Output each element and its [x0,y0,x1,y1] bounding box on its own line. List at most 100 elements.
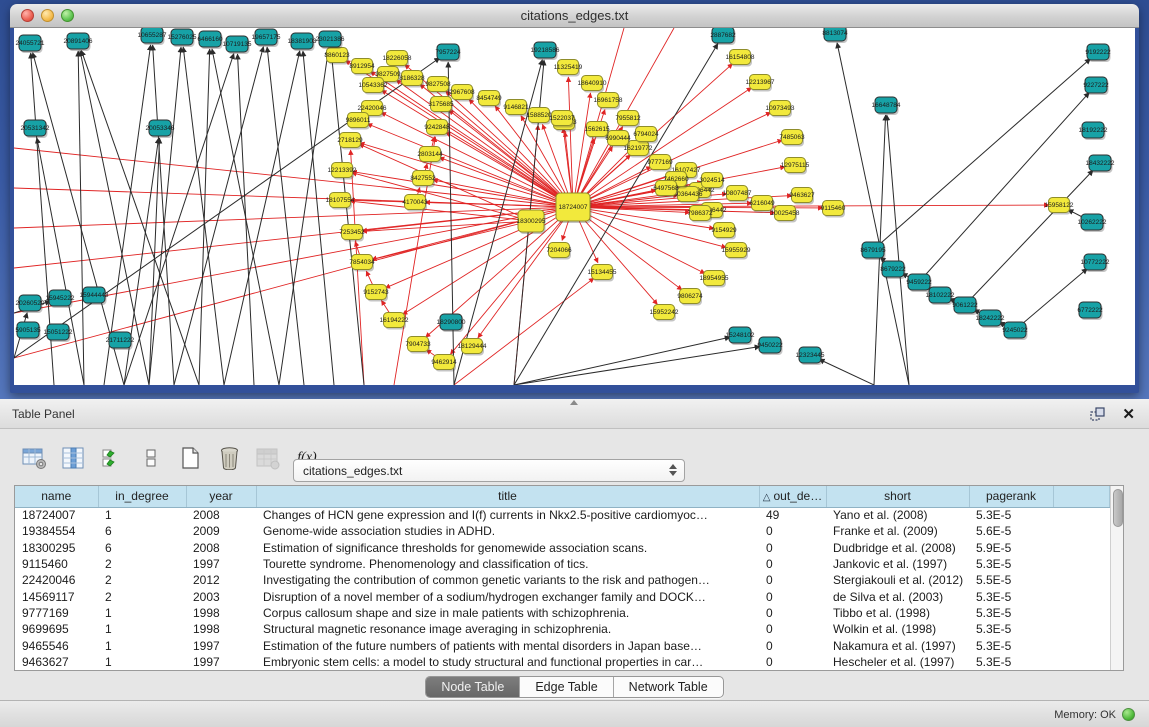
table-cell[interactable]: 0 [759,654,826,670]
table-cell[interactable]: 6 [98,523,186,539]
column-header-title[interactable]: title [256,486,759,507]
table-cell[interactable]: 49 [759,507,826,523]
close-panel-button[interactable]: ✕ [1122,407,1135,422]
table-cell[interactable]: 2009 [186,523,256,539]
table-cell[interactable]: Nakamura et al. (1997) [826,637,969,653]
table-cell[interactable]: 0 [759,523,826,539]
column-header-in_degree[interactable]: in_degree [98,486,186,507]
table-cell[interactable]: 5.6E-5 [969,523,1053,539]
citation-edge[interactable] [965,170,1093,305]
table-cell[interactable]: 18300295 [15,540,98,556]
table-cell[interactable]: Jankovic et al. (1997) [826,556,969,572]
citation-edge[interactable] [573,93,590,207]
tab-network-table[interactable]: Network Table [613,677,723,697]
citation-edge[interactable] [78,51,84,385]
table-cell[interactable]: Estimation of significance thresholds fo… [256,540,759,556]
table-cell[interactable]: 6 [98,540,186,556]
table-cell[interactable]: Yano et al. (2008) [826,507,969,523]
citation-edge[interactable] [183,47,224,385]
table-row[interactable]: 946362711997Embryonic stem cells: a mode… [15,654,1109,670]
table-row[interactable]: 977716911998Corpus callosum shape and si… [15,605,1109,621]
table-cell[interactable]: Wolkin et al. (1998) [826,621,969,637]
table-cell[interactable]: 9115460 [15,556,98,572]
table-cell[interactable]: 1997 [186,654,256,670]
table-row[interactable]: 1830029562008Estimation of significance … [15,540,1109,556]
delete-table-button[interactable] [215,444,243,472]
table-cell[interactable]: 1 [98,507,186,523]
table-cell[interactable]: 0 [759,588,826,604]
table-row[interactable]: 1456911722003Disruption of a novel membe… [15,588,1109,604]
table-row[interactable]: 946554611997Estimation of the future num… [15,637,1109,653]
citation-edge[interactable] [887,115,909,385]
import-table-button[interactable] [254,444,282,472]
float-panel-button[interactable] [1090,407,1106,422]
citation-edge[interactable] [350,201,531,221]
table-cell[interactable]: 5.3E-5 [969,556,1053,572]
citation-edge[interactable] [174,47,263,385]
table-row[interactable]: 1872400712008Changes of HCN gene express… [15,507,1109,523]
citation-edge[interactable] [381,112,573,207]
select-rows-button[interactable] [98,444,126,472]
tab-node-table[interactable]: Node Table [426,677,519,697]
column-header-pagerank[interactable]: pagerank [969,486,1053,507]
table-cell[interactable]: 1997 [186,637,256,653]
citation-edge[interactable] [14,207,573,358]
citation-edge[interactable] [514,347,760,385]
table-cell[interactable]: 5.5E-5 [969,572,1053,588]
table-cell[interactable]: 1997 [186,556,256,572]
table-row[interactable]: 1938455462009Genome-wide association stu… [15,523,1109,539]
table-cell[interactable]: 1 [98,654,186,670]
table-cell[interactable]: 9465546 [15,637,98,653]
table-selector-dropdown[interactable]: citations_edges.txt [293,459,685,482]
row-height-button[interactable] [137,444,165,472]
table-scrollbar[interactable] [1110,486,1124,670]
table-cell[interactable]: Stergiakouli et al. (2012) [826,572,969,588]
citation-edge[interactable] [362,221,531,231]
table-cell[interactable]: Disruption of a novel member of a sodium… [256,588,759,604]
table-cell[interactable]: de Silva et al. (2003) [826,588,969,604]
table-scrollbar-thumb[interactable] [1113,489,1123,527]
show-columns-button[interactable] [59,444,87,472]
table-cell[interactable]: 5.3E-5 [969,637,1053,653]
table-cell[interactable]: Genome-wide association studies in ADHD. [256,523,759,539]
citation-edge[interactable] [514,337,730,385]
table-cell[interactable]: 18724007 [15,507,98,523]
citation-edge[interactable] [1015,268,1087,330]
citation-edge[interactable] [352,173,531,221]
citation-edge[interactable] [267,47,304,385]
table-cell[interactable]: Dudbridge et al. (2008) [826,540,969,556]
table-cell[interactable]: 1 [98,605,186,621]
table-row[interactable]: 911546021997Tourette syndrome. Phenomeno… [15,556,1109,572]
table-cell[interactable]: 0 [759,572,826,588]
table-cell[interactable]: 0 [759,540,826,556]
table-cell[interactable]: Estimation of the future numbers of pati… [256,637,759,653]
tab-edge-table[interactable]: Edge Table [519,677,612,697]
table-cell[interactable]: Embryonic stem cells: a model to study s… [256,654,759,670]
table-cell[interactable]: 2008 [186,507,256,523]
panel-resize-grip[interactable] [570,400,578,405]
table-cell[interactable]: Corpus callosum shape and size in male p… [256,605,759,621]
table-cell[interactable]: 2003 [186,588,256,604]
column-header-year[interactable]: year [186,486,256,507]
table-cell[interactable]: Investigating the contribution of common… [256,572,759,588]
table-settings-button[interactable] [20,444,48,472]
table-cell[interactable]: 5.9E-5 [969,540,1053,556]
table-cell[interactable]: 9777169 [15,605,98,621]
table-cell[interactable]: Tourette syndrome. Phenomenology and cla… [256,556,759,572]
table-cell[interactable]: 2 [98,588,186,604]
table-cell[interactable]: 5.3E-5 [969,588,1053,604]
table-cell[interactable]: 22420046 [15,572,98,588]
column-header-out_degree[interactable]: △out_de… [759,486,826,507]
table-cell[interactable]: Franke et al. (2009) [826,523,969,539]
citation-edge[interactable] [367,124,573,207]
table-cell[interactable]: Tibbo et al. (1998) [826,605,969,621]
citation-edge[interactable] [873,59,1090,250]
table-cell[interactable]: 1998 [186,621,256,637]
table-row[interactable]: 2242004622012Investigating the contribut… [15,572,1109,588]
citation-edge[interactable] [837,43,909,385]
table-cell[interactable]: 9699695 [15,621,98,637]
network-canvas[interactable]: 1872400718300295886012389129541822605898… [14,28,1135,385]
citation-edge[interactable] [331,49,364,385]
column-header-short[interactable]: short [826,486,969,507]
citation-edge[interactable] [303,51,334,385]
